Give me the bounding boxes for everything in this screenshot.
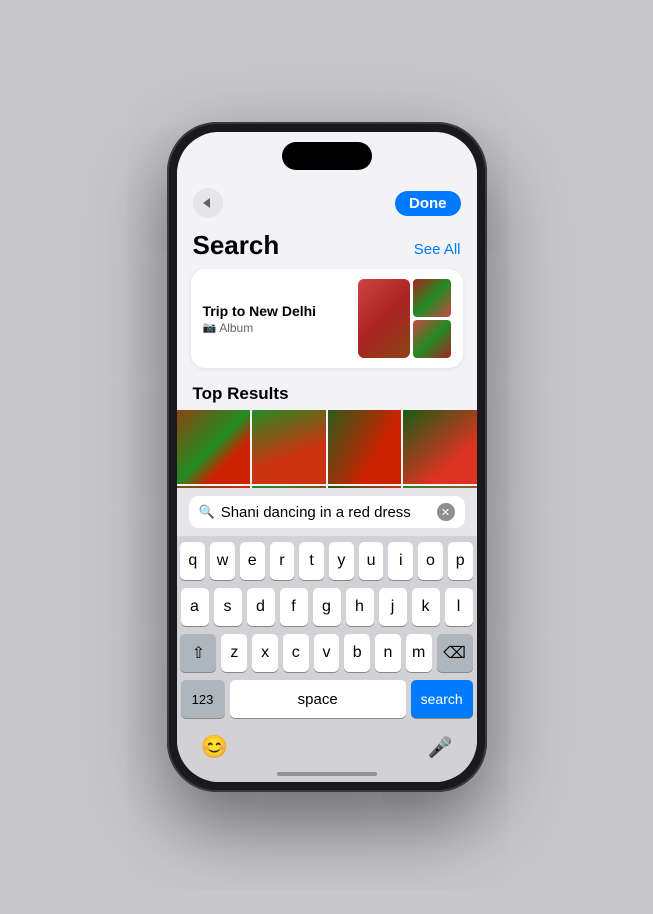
key-l[interactable]: l xyxy=(445,588,473,626)
key-q[interactable]: q xyxy=(180,542,205,580)
photo-cell-2[interactable] xyxy=(252,410,326,484)
photo-cell-5[interactable] xyxy=(177,486,251,489)
emoji-button[interactable]: 😊 xyxy=(201,734,228,760)
key-p[interactable]: p xyxy=(448,542,473,580)
key-e[interactable]: e xyxy=(240,542,265,580)
key-s[interactable]: s xyxy=(214,588,242,626)
see-all-button[interactable]: See All xyxy=(414,241,461,258)
key-i[interactable]: i xyxy=(388,542,413,580)
keyboard-row-1: q w e r t y u i o p xyxy=(181,542,473,580)
page-title: Search xyxy=(193,230,280,261)
space-key[interactable]: space xyxy=(230,680,406,718)
search-input-text: Shani dancing in a red dress xyxy=(221,504,431,521)
album-icon: 📷 xyxy=(203,321,217,334)
key-m[interactable]: m xyxy=(406,634,432,672)
album-thumb-small-1 xyxy=(413,279,451,317)
key-h[interactable]: h xyxy=(346,588,374,626)
bottom-bar: 😊 🎤 xyxy=(177,730,477,768)
album-thumb-large xyxy=(358,279,410,358)
key-n[interactable]: n xyxy=(375,634,401,672)
done-button[interactable]: Done xyxy=(395,191,461,216)
photo-cell-4[interactable] xyxy=(403,410,477,484)
album-name: Trip to New Delhi xyxy=(203,303,317,319)
home-bar xyxy=(277,772,377,776)
key-k[interactable]: k xyxy=(412,588,440,626)
back-button[interactable] xyxy=(193,188,223,218)
key-t[interactable]: t xyxy=(299,542,324,580)
key-y[interactable]: y xyxy=(329,542,354,580)
search-bar[interactable]: 🔍 Shani dancing in a red dress ✕ xyxy=(189,496,465,528)
key-d[interactable]: d xyxy=(247,588,275,626)
key-x[interactable]: x xyxy=(252,634,278,672)
home-indicator-area xyxy=(177,768,477,782)
photo-cell-8[interactable] xyxy=(403,486,477,489)
key-j[interactable]: j xyxy=(379,588,407,626)
album-type: 📷 Album xyxy=(203,321,317,335)
photo-grid xyxy=(177,410,477,488)
search-key[interactable]: search xyxy=(411,680,473,718)
album-thumbnails xyxy=(358,279,451,358)
album-card[interactable]: Trip to New Delhi 📷 Album xyxy=(191,269,463,368)
nav-bar: Done xyxy=(177,184,477,226)
key-z[interactable]: z xyxy=(221,634,247,672)
album-type-label: Album xyxy=(219,321,253,335)
album-thumb-stack xyxy=(413,279,451,358)
mic-button[interactable]: 🎤 xyxy=(428,735,453,760)
key-v[interactable]: v xyxy=(314,634,340,672)
key-f[interactable]: f xyxy=(280,588,308,626)
key-u[interactable]: u xyxy=(359,542,384,580)
top-results-label: Top Results xyxy=(177,380,477,410)
key-c[interactable]: c xyxy=(283,634,309,672)
dynamic-island xyxy=(282,142,372,170)
keyboard: q w e r t y u i o p a s d f g h j k xyxy=(177,536,477,730)
shift-key[interactable]: ⇧ xyxy=(180,634,216,672)
search-clear-button[interactable]: ✕ xyxy=(437,503,455,521)
back-icon xyxy=(203,198,210,208)
photo-cell-6[interactable] xyxy=(252,486,326,489)
keyboard-row-3: ⇧ z x c v b n m ⌫ xyxy=(181,634,473,672)
search-header: Search See All xyxy=(177,226,477,269)
keyboard-row-4: 123 space search xyxy=(181,680,473,718)
key-a[interactable]: a xyxy=(181,588,209,626)
album-info: Trip to New Delhi 📷 Album xyxy=(203,303,317,335)
key-b[interactable]: b xyxy=(344,634,370,672)
keyboard-row-2: a s d f g h j k l xyxy=(181,588,473,626)
key-r[interactable]: r xyxy=(270,542,295,580)
key-g[interactable]: g xyxy=(313,588,341,626)
numbers-key[interactable]: 123 xyxy=(181,680,225,718)
phone-frame: Done Search See All Trip to New Delhi 📷 … xyxy=(167,122,487,792)
search-bar-container: 🔍 Shani dancing in a red dress ✕ xyxy=(177,488,477,536)
photo-cell-7[interactable] xyxy=(328,486,402,489)
album-thumb-small-2 xyxy=(413,320,451,358)
photo-cell-3[interactable] xyxy=(328,410,402,484)
content-area: Search See All Trip to New Delhi 📷 Album xyxy=(177,226,477,488)
phone-screen: Done Search See All Trip to New Delhi 📷 … xyxy=(177,132,477,782)
status-bar xyxy=(177,132,477,184)
key-w[interactable]: w xyxy=(210,542,235,580)
delete-key[interactable]: ⌫ xyxy=(437,634,473,672)
search-icon: 🔍 xyxy=(199,504,215,520)
photo-cell-1[interactable] xyxy=(177,410,251,484)
key-o[interactable]: o xyxy=(418,542,443,580)
